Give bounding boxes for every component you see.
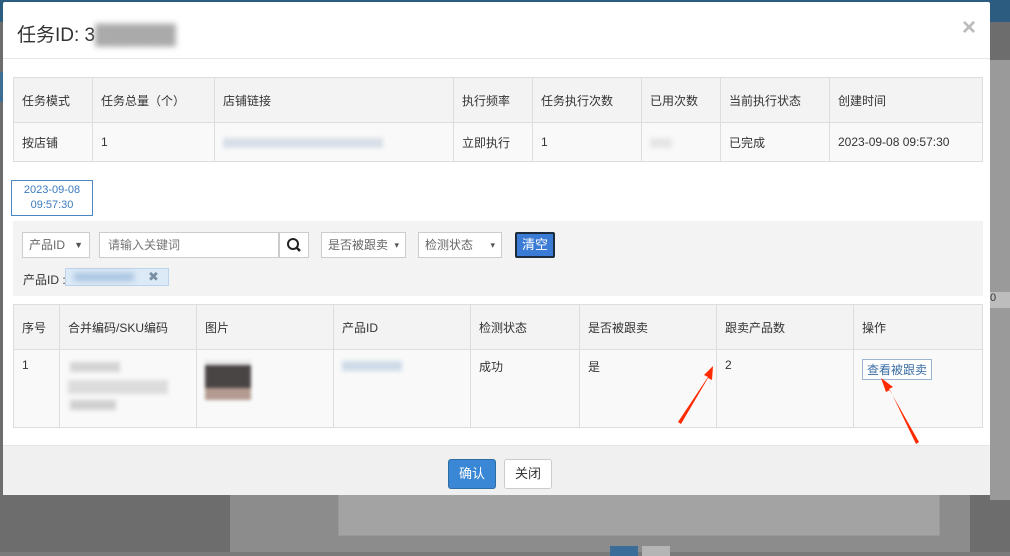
column-header: 操作 [853, 304, 983, 350]
background-right-panel [990, 60, 1010, 500]
keyword-search-input[interactable] [99, 232, 279, 258]
task-exec-count: 1 [532, 122, 642, 162]
modal-title: 任务ID: 3██████ [17, 20, 176, 47]
column-header: 跟卖产品数 [716, 304, 854, 350]
view-tracked-button[interactable]: 查看被跟卖 [862, 359, 933, 380]
masked-product-id [342, 360, 402, 371]
caret-down-icon: ▾ [394, 240, 399, 250]
clear-button[interactable]: 清空 [515, 232, 555, 258]
search-icon [287, 238, 301, 252]
product-id-filter-tag: ✖ [65, 268, 169, 286]
background-table [338, 494, 940, 536]
column-header: 创建时间 [829, 77, 983, 123]
background-button [610, 546, 638, 556]
tracked-status: 是 [579, 349, 717, 428]
background-button [642, 546, 670, 556]
masked-product-id [74, 273, 134, 281]
column-header: 合并编码/SKU编码 [59, 304, 197, 350]
task-total: 1 [92, 122, 215, 162]
check-status: 成功 [470, 349, 580, 428]
follow-product-count: 2 [716, 349, 854, 428]
sku-code-cell [59, 349, 197, 428]
action-cell: 查看被跟卖 [853, 349, 983, 428]
task-status: 已完成 [720, 122, 830, 162]
date-tab-time: 09:57:30 [30, 199, 74, 211]
search-button[interactable] [279, 232, 309, 258]
modal-header: 任务ID: 3██████ × [3, 2, 990, 59]
column-header: 店铺链接 [214, 77, 454, 123]
used-count-cell [641, 122, 721, 162]
task-detail-modal: 任务ID: 3██████ × 任务模式 任务总量（个） 店铺链接 执行频率 任… [3, 2, 990, 495]
masked-task-id: ██████ [95, 25, 176, 46]
product-id-filter-label: 产品ID : [23, 273, 66, 287]
check-status-select-value: 检测状态 [425, 238, 474, 252]
modal-footer: 确认 关闭 [3, 445, 990, 495]
column-header: 检测状态 [470, 304, 580, 350]
product-id-cell [333, 349, 471, 428]
date-tab[interactable]: 2023-09-08 09:57:30 [11, 180, 93, 216]
check-status-select[interactable]: 检测状态 ▾ [418, 232, 502, 258]
task-summary-table: 任务模式 任务总量（个） 店铺链接 执行频率 任务执行次数 已用次数 当前执行状… [13, 77, 983, 162]
filter-bar: 产品ID ▼ 是否被跟卖 ▾ 检测状态 ▾ 清空 产品ID : ✖ [13, 221, 983, 296]
tracked-select[interactable]: 是否被跟卖 ▾ [321, 232, 406, 258]
product-table: 序号 合并编码/SKU编码 图片 产品ID 检测状态 是否被跟卖 跟卖产品数 操… [13, 304, 983, 428]
column-header: 任务执行次数 [532, 77, 642, 123]
table-row: 按店铺 1 立即执行 1 已完成 2023-09-08 09:57:30 [13, 122, 983, 162]
column-header: 已用次数 [641, 77, 721, 123]
date-tab-date: 2023-09-08 [23, 184, 81, 196]
product-image [205, 360, 251, 400]
tracked-select-value: 是否被跟卖 [328, 238, 389, 252]
row-index: 1 [13, 349, 60, 428]
masked-used-count [650, 137, 672, 148]
column-header: 任务模式 [13, 77, 93, 123]
column-header: 当前执行状态 [720, 77, 830, 123]
close-icon[interactable]: × [962, 16, 976, 40]
task-frequency: 立即执行 [453, 122, 533, 162]
column-header: 图片 [196, 304, 334, 350]
background-select: 0 [990, 292, 1010, 308]
column-header: 是否被跟卖 [579, 304, 717, 350]
table-row: 1 成功 是 2 查看被跟卖 [13, 349, 983, 428]
task-mode: 按店铺 [13, 122, 93, 162]
caret-down-icon: ▾ [490, 240, 495, 250]
field-select[interactable]: 产品ID ▼ [22, 232, 90, 258]
remove-tag-icon[interactable]: ✖ [148, 269, 159, 285]
product-table-header-row: 序号 合并编码/SKU编码 图片 产品ID 检测状态 是否被跟卖 跟卖产品数 操… [13, 304, 983, 350]
confirm-button[interactable]: 确认 [448, 459, 496, 489]
column-header: 执行频率 [453, 77, 533, 123]
column-header: 序号 [13, 304, 60, 350]
masked-sku-code [68, 358, 188, 414]
shop-link-cell [214, 122, 454, 162]
column-header: 产品ID [333, 304, 471, 350]
close-button[interactable]: 关闭 [504, 459, 552, 489]
masked-shop-link [223, 137, 383, 148]
chevron-down-icon: ▼ [74, 240, 83, 250]
field-select-value: 产品ID [29, 238, 66, 252]
product-image-cell [196, 349, 334, 428]
task-table-header-row: 任务模式 任务总量（个） 店铺链接 执行频率 任务执行次数 已用次数 当前执行状… [13, 77, 983, 123]
task-created-time: 2023-09-08 09:57:30 [829, 122, 983, 162]
modal-title-text: 任务ID: 3 [17, 25, 96, 46]
column-header: 任务总量（个） [92, 77, 215, 123]
